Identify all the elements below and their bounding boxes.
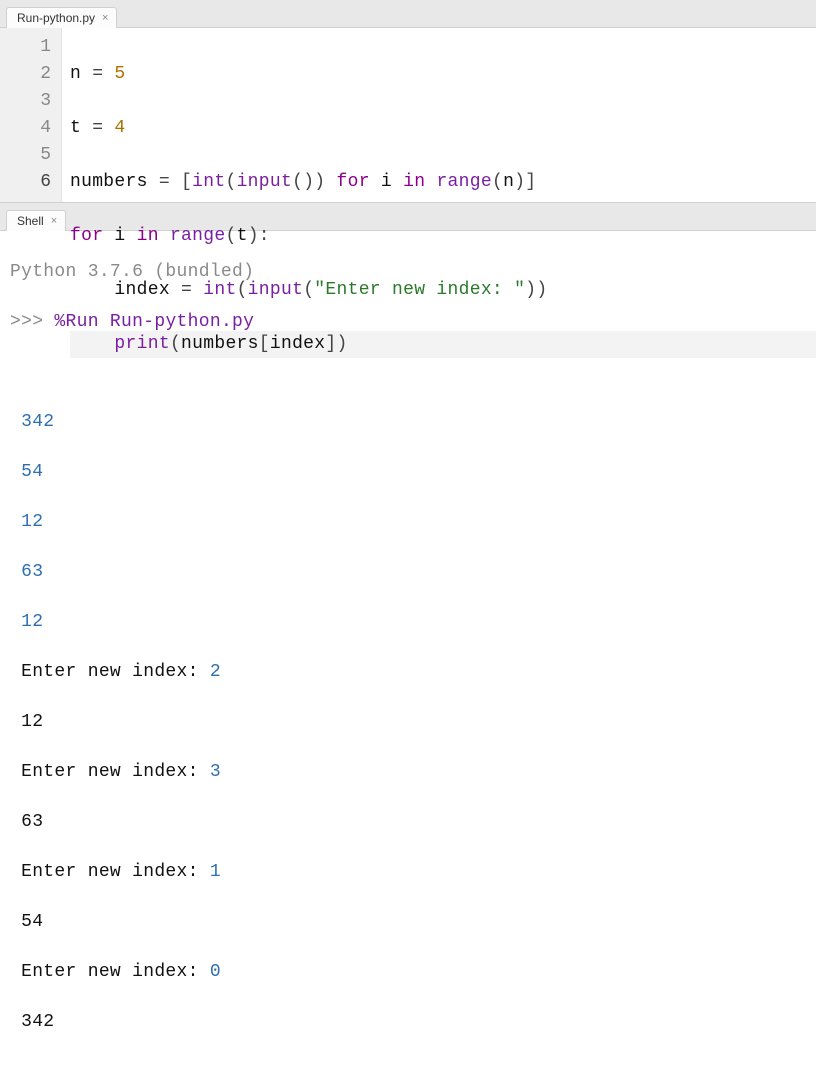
shell-input: 342 <box>10 410 816 435</box>
shell-output-line: 63 <box>10 810 816 835</box>
code-line: for i in range(t): <box>70 223 816 250</box>
code-area[interactable]: n = 5 t = 4 numbers = [int(input()) for … <box>62 28 816 202</box>
line-number: 5 <box>18 142 51 169</box>
shell-tab[interactable]: Shell × <box>6 210 66 231</box>
shell-tab-label: Shell <box>17 214 44 228</box>
line-number: 4 <box>18 115 51 142</box>
editor-tab-bar: Run-python.py × <box>0 0 816 28</box>
close-icon[interactable]: × <box>49 216 59 227</box>
code-line: n = 5 <box>70 61 816 88</box>
shell-prompt-line: Enter new index: 1 <box>10 860 816 885</box>
editor-tab[interactable]: Run-python.py × <box>6 7 117 28</box>
code-editor[interactable]: 1 2 3 4 5 6 n = 5 t = 4 numbers = [int(i… <box>0 28 816 202</box>
line-number: 2 <box>18 61 51 88</box>
close-icon[interactable]: × <box>100 13 110 24</box>
line-number: 3 <box>18 88 51 115</box>
line-number: 6 <box>18 169 51 196</box>
code-line: print(numbers[index]) <box>70 331 816 358</box>
editor-tab-label: Run-python.py <box>17 11 95 25</box>
code-line: t = 4 <box>70 115 816 142</box>
shell-input: 63 <box>10 560 816 585</box>
line-number-gutter: 1 2 3 4 5 6 <box>0 28 62 202</box>
shell-prompt-line: Enter new index: 0 <box>10 960 816 985</box>
line-number: 1 <box>18 34 51 61</box>
shell-output-line: 342 <box>10 1010 816 1035</box>
shell-output-line: 12 <box>10 710 816 735</box>
code-line: numbers = [int(input()) for i in range(n… <box>70 169 816 196</box>
shell-prompt-line: Enter new index: 2 <box>10 660 816 685</box>
shell-input: 12 <box>10 510 816 535</box>
shell-output-line: 54 <box>10 910 816 935</box>
shell-prompt-line: Enter new index: 3 <box>10 760 816 785</box>
shell-input: 54 <box>10 460 816 485</box>
shell-input: 12 <box>10 610 816 635</box>
